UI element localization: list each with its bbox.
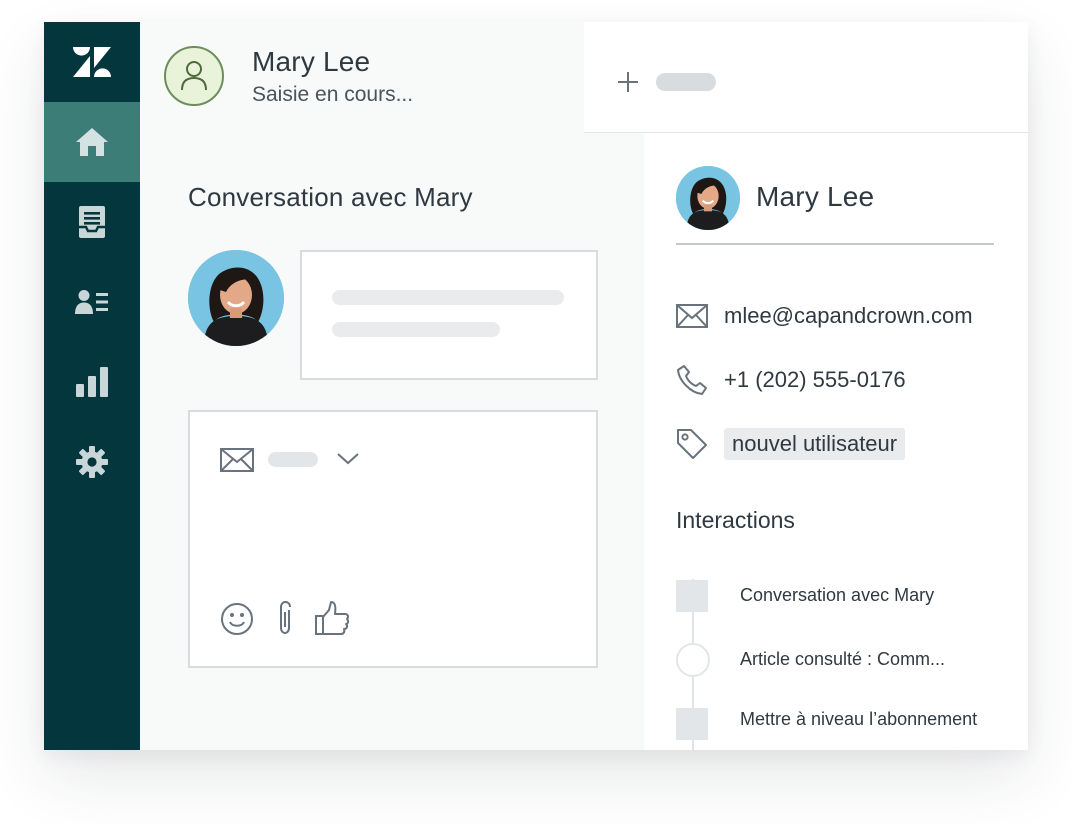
- tab-placeholder[interactable]: [656, 73, 716, 91]
- interaction-item[interactable]: Mettre à niveau l’abonnement: [740, 709, 977, 730]
- chevron-down-icon[interactable]: [336, 452, 360, 466]
- add-tab-button[interactable]: [616, 70, 640, 94]
- profile-phone-row: +1 (202) 555-0176: [676, 360, 906, 400]
- inbox-icon: [79, 206, 105, 238]
- contacts-icon: [75, 290, 108, 314]
- channel-label-placeholder[interactable]: [268, 452, 318, 467]
- attachment-icon[interactable]: [274, 600, 296, 638]
- timeline-marker-square: [676, 708, 708, 740]
- email-channel-icon[interactable]: [220, 448, 254, 472]
- zendesk-logo-icon: [73, 47, 111, 77]
- message-line-placeholder: [332, 290, 564, 305]
- customer-portrait-icon: [188, 250, 284, 346]
- message-line-placeholder: [332, 322, 500, 337]
- conversation-header: Mary Lee Saisie en cours...: [140, 22, 584, 132]
- profile-name: Mary Lee: [756, 181, 875, 212]
- profile-phone[interactable]: +1 (202) 555-0176: [724, 367, 906, 393]
- nav-item-inbox[interactable]: [44, 182, 140, 262]
- nav-item-home[interactable]: [44, 102, 140, 182]
- profile-tag-row: nouvel utilisateur: [676, 424, 906, 464]
- profile-email[interactable]: mlee@capandcrown.com: [724, 303, 973, 329]
- user-icon: [181, 61, 207, 91]
- customer-photo: [188, 250, 284, 346]
- interactions-title: Interactions: [676, 507, 795, 533]
- zendesk-logo[interactable]: [44, 22, 140, 102]
- profile-email-row: mlee@capandcrown.com: [676, 296, 973, 336]
- message-bubble: [300, 250, 598, 380]
- interaction-item[interactable]: Article consulté : Comm...: [740, 649, 945, 670]
- profile-divider: [676, 243, 994, 245]
- customer-profile-panel: Mary Lee mlee@capandcrown.com +1 (202) 5…: [644, 133, 1028, 750]
- reports-icon: [76, 367, 108, 397]
- nav-item-reports[interactable]: [44, 342, 140, 422]
- plus-icon: [618, 72, 638, 92]
- profile-photo: [676, 166, 740, 230]
- timeline-marker-circle: [676, 643, 710, 677]
- thumbs-up-icon[interactable]: [314, 600, 350, 636]
- reply-composer[interactable]: [188, 410, 598, 668]
- nav-item-settings[interactable]: [44, 422, 140, 502]
- header-user-name: Mary Lee: [252, 46, 371, 77]
- email-icon: [676, 304, 708, 328]
- nav-item-contacts[interactable]: [44, 262, 140, 342]
- tab-bar: [584, 22, 1028, 133]
- conversation-title: Conversation avec Mary: [188, 182, 473, 212]
- timeline-marker-square: [676, 580, 708, 612]
- home-icon: [76, 128, 108, 156]
- customer-portrait-icon: [676, 166, 740, 230]
- settings-icon: [76, 446, 108, 478]
- profile-tag[interactable]: nouvel utilisateur: [724, 428, 906, 460]
- tag-icon: [677, 429, 707, 459]
- typing-status: Saisie en cours...: [252, 83, 414, 106]
- sidebar-nav: [44, 22, 140, 750]
- phone-icon: [677, 365, 707, 395]
- user-avatar: [164, 46, 224, 106]
- app-window: Mary Lee Saisie en cours... Conversation…: [44, 22, 1028, 750]
- interaction-item[interactable]: Conversation avec Mary: [740, 585, 934, 606]
- emoji-icon[interactable]: [220, 602, 254, 636]
